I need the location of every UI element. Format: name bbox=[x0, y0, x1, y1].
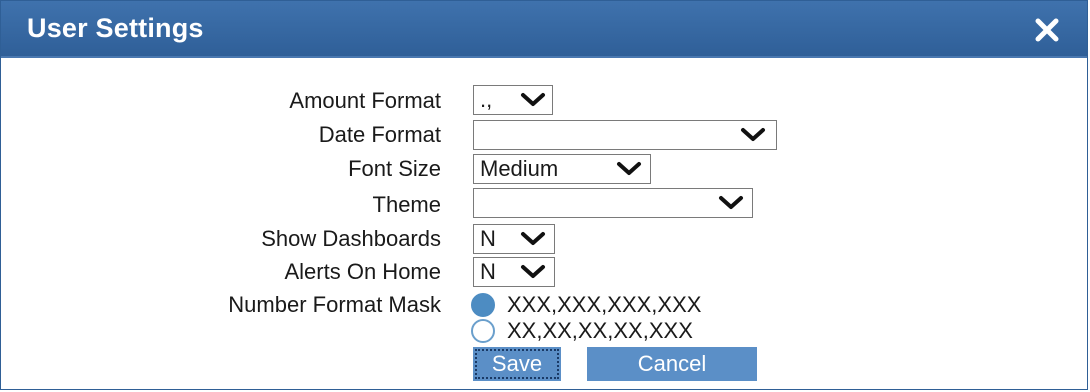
alerts-on-home-value: N bbox=[480, 259, 496, 284]
date-format-row: Date Format bbox=[1, 117, 441, 153]
theme-select[interactable] bbox=[473, 188, 753, 218]
radio-unselected-icon[interactable] bbox=[471, 319, 495, 343]
font-size-value: Medium bbox=[480, 156, 559, 181]
amount-format-row: Amount Format bbox=[1, 83, 441, 119]
show-dashboards-value: N bbox=[480, 226, 496, 251]
number-format-option-1[interactable]: XXX,XXX,XXX,XXX bbox=[471, 292, 811, 318]
cancel-button[interactable]: Cancel bbox=[587, 347, 757, 381]
dialog-titlebar: User Settings bbox=[1, 1, 1087, 58]
chevron-down-icon bbox=[521, 93, 545, 106]
font-size-label: Font Size bbox=[348, 156, 441, 181]
show-dashboards-row: Show Dashboards bbox=[1, 221, 441, 257]
theme-row: Theme bbox=[1, 187, 441, 223]
number-format-mask-row: Number Format Mask bbox=[1, 287, 441, 323]
user-settings-dialog: User Settings Amount Format ., Date Form… bbox=[0, 0, 1088, 390]
date-format-select[interactable] bbox=[473, 120, 777, 150]
alerts-on-home-row: Alerts On Home bbox=[1, 254, 442, 290]
dialog-title: User Settings bbox=[27, 13, 204, 43]
radio-selected-icon[interactable] bbox=[471, 293, 495, 317]
chevron-down-icon bbox=[741, 128, 765, 141]
show-dashboards-select[interactable]: N bbox=[473, 224, 555, 254]
chevron-down-icon bbox=[521, 232, 545, 245]
number-format-option-2[interactable]: XX,XX,XX,XX,XXX bbox=[471, 318, 811, 344]
chevron-down-icon bbox=[521, 265, 545, 278]
alerts-on-home-label: Alerts On Home bbox=[284, 259, 442, 284]
show-dashboards-label: Show Dashboards bbox=[261, 226, 441, 251]
close-button[interactable] bbox=[1029, 12, 1065, 48]
save-button[interactable]: Save bbox=[473, 347, 561, 381]
font-size-select[interactable]: Medium bbox=[473, 154, 651, 184]
number-format-option-label: XX,XX,XX,XX,XXX bbox=[507, 318, 693, 343]
amount-format-value: ., bbox=[480, 87, 493, 112]
theme-label: Theme bbox=[372, 192, 441, 217]
amount-format-select[interactable]: ., bbox=[473, 85, 553, 115]
date-format-label: Date Format bbox=[318, 122, 441, 147]
chevron-down-icon bbox=[617, 162, 641, 175]
number-format-mask-label: Number Format Mask bbox=[228, 292, 441, 317]
alerts-on-home-select[interactable]: N bbox=[473, 257, 555, 287]
font-size-row: Font Size bbox=[1, 151, 441, 187]
chevron-down-icon bbox=[719, 196, 743, 209]
amount-format-label: Amount Format bbox=[289, 88, 441, 113]
number-format-option-label: XXX,XXX,XXX,XXX bbox=[507, 292, 702, 317]
close-icon bbox=[1035, 18, 1059, 42]
